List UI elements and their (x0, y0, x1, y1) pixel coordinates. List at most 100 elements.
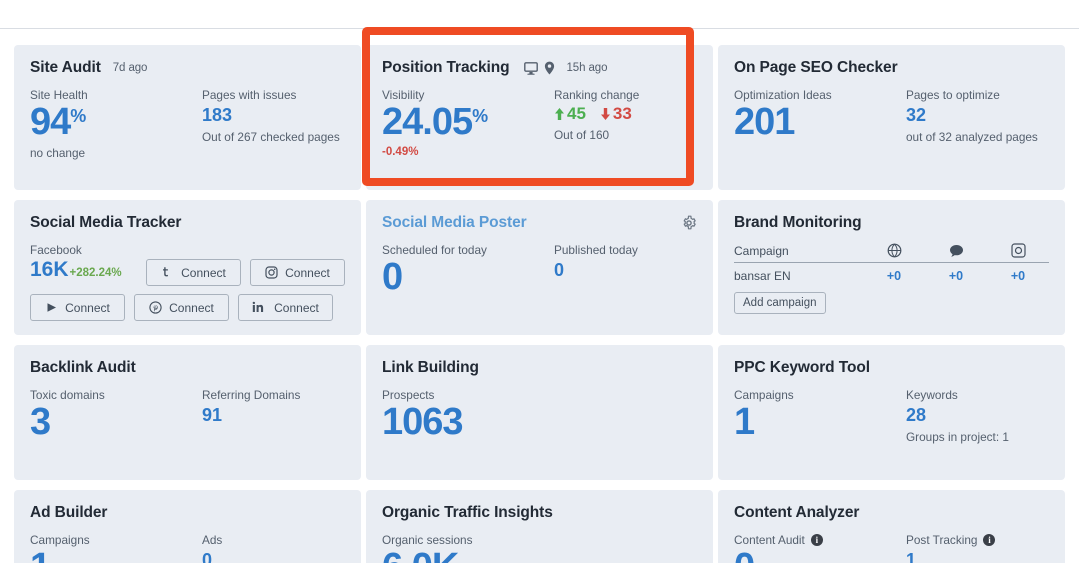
button-label: Connect (274, 300, 319, 315)
card-title-text[interactable]: Social Media Tracker (30, 214, 181, 232)
metric-label: Facebook (30, 243, 82, 257)
metric-label: Toxic domains (30, 388, 105, 402)
table-header: Campaign (734, 243, 1049, 263)
metric-label: Keywords (906, 388, 958, 402)
campaign-table: Campaign bansar EN +0 +0 +0 (734, 243, 1049, 283)
metric-label: Published today (554, 243, 638, 257)
connect-pinterest-button[interactable]: Connect (134, 294, 229, 321)
card-title-text[interactable]: On Page SEO Checker (734, 59, 898, 77)
card-brand-monitoring[interactable]: Brand Monitoring Campaign bansar EN +0 +… (718, 200, 1065, 335)
info-icon[interactable]: i (810, 534, 823, 546)
card-title: Link Building (382, 359, 697, 377)
card-on-page-seo-checker[interactable]: On Page SEO Checker Optimization Ideas 2… (718, 45, 1065, 190)
metric-label: Campaigns (30, 533, 90, 547)
card-organic-traffic-insights[interactable]: Organic Traffic Insights Organic session… (366, 490, 713, 563)
pinterest-icon (149, 301, 162, 314)
card-position-tracking[interactable]: Position Tracking 15h ago Visibility 24.… (366, 45, 713, 190)
pages-analyzed-sub: out of 32 analyzed pages (906, 130, 1038, 145)
card-social-media-tracker[interactable]: Social Media Tracker Facebook 16K +282.2… (14, 200, 361, 335)
connect-instagram-button[interactable]: Connect (250, 259, 345, 286)
campaign-name: bansar EN (734, 269, 791, 283)
card-timestamp: 15h ago (566, 62, 608, 74)
value-unit: % (70, 106, 86, 126)
groups-in-project-sub: Groups in project: 1 (906, 430, 1009, 445)
card-title: Brand Monitoring (734, 214, 1049, 232)
youtube-icon (45, 301, 58, 314)
visibility-value: 24.05% (382, 101, 554, 143)
add-campaign-button[interactable]: Add campaign (734, 292, 826, 314)
connect-buttons-row-2: Connect Connect Connect (30, 294, 345, 321)
value-number: 0 (734, 547, 755, 563)
card-site-audit[interactable]: Site Audit 7d ago Site Health 94% no cha… (14, 45, 361, 190)
followers-value: 16K (30, 258, 69, 281)
column-header-campaign: Campaign (734, 243, 789, 258)
instagram-icon (987, 243, 1049, 258)
card-title-text[interactable]: Content Analyzer (734, 504, 859, 522)
connect-twitter-button[interactable]: Connect (146, 259, 241, 286)
visibility-change: -0.49% (382, 145, 419, 158)
card-backlink-audit[interactable]: Backlink Audit Toxic domains 3 Referring… (14, 345, 361, 480)
campaign-instagram-mentions: +0 (1010, 269, 1026, 283)
connect-linkedin-button[interactable]: Connect (238, 294, 333, 321)
metric-label-text: Post Tracking (906, 533, 978, 547)
button-label: Connect (181, 265, 226, 280)
metric-label: Scheduled for today (382, 243, 487, 257)
card-ppc-keyword-tool[interactable]: PPC Keyword Tool Campaigns 1 Keywords 28… (718, 345, 1065, 480)
metric-label: Site Health (30, 88, 88, 102)
metric-label: Ranking change (554, 88, 640, 102)
card-title-text[interactable]: Link Building (382, 359, 479, 377)
value-unit: % (472, 106, 488, 126)
organic-sessions-value: 6.0K (382, 547, 554, 563)
referring-domains-value: 91 (202, 405, 223, 425)
connect-youtube-button[interactable]: Connect (30, 294, 125, 321)
card-title: PPC Keyword Tool (734, 359, 1049, 377)
toxic-domains-value: 3 (30, 402, 202, 443)
metric-label: Campaigns (734, 388, 794, 402)
header-divider (0, 28, 1079, 29)
card-title-text[interactable]: Social Media Poster (382, 214, 527, 232)
globe-icon (863, 243, 925, 258)
table-row[interactable]: bansar EN +0 +0 +0 (734, 263, 1049, 283)
metric-label: Optimization Ideas (734, 88, 832, 102)
metric-label: Content Audit i (734, 533, 906, 547)
card-title-text[interactable]: Ad Builder (30, 504, 107, 522)
pages-checked-sub: Out of 267 checked pages (202, 130, 340, 145)
card-title: Content Analyzer (734, 504, 1049, 522)
value-number: 1063 (382, 401, 464, 443)
card-title-text[interactable]: Site Audit (30, 59, 101, 77)
value-number: 24.05 (382, 101, 473, 143)
published-today-value: 0 (554, 260, 565, 280)
gear-icon[interactable] (681, 215, 697, 231)
ranking-change-row: 45 33 (554, 103, 697, 125)
card-title-text[interactable]: PPC Keyword Tool (734, 359, 870, 377)
button-label: Connect (285, 265, 330, 280)
card-title-text[interactable]: Brand Monitoring (734, 214, 862, 232)
campaign-twitter-mentions: +0 (948, 269, 964, 283)
card-social-media-poster[interactable]: Social Media Poster Scheduled for today … (366, 200, 713, 335)
card-title: Site Audit 7d ago (30, 59, 345, 77)
card-title-text[interactable]: Organic Traffic Insights (382, 504, 553, 522)
rank-down-value: 33 (612, 104, 632, 123)
card-title-text[interactable]: Backlink Audit (30, 359, 136, 377)
optimization-ideas-value: 201 (734, 102, 906, 143)
instagram-icon (265, 266, 278, 279)
metric-label: Pages with issues (202, 88, 297, 102)
site-health-value: 94% (30, 102, 202, 143)
info-icon[interactable]: i (983, 534, 996, 546)
metric-label: Referring Domains (202, 388, 301, 402)
post-tracking-value: 1 (906, 550, 917, 563)
metric-label: Prospects (382, 388, 435, 402)
metric-label: Pages to optimize (906, 88, 1000, 102)
campaign-web-mentions: +0 (886, 269, 902, 283)
content-audit-value: 0 (734, 547, 906, 563)
comment-icon (925, 244, 987, 258)
value-number: 0 (382, 256, 403, 298)
card-title-text[interactable]: Position Tracking (382, 59, 510, 77)
button-label: Connect (65, 300, 110, 315)
card-content-analyzer[interactable]: Content Analyzer Content Audit i 0 Post … (718, 490, 1065, 563)
card-ad-builder[interactable]: Ad Builder Campaigns 1 Ads 0 (14, 490, 361, 563)
metric-label: Post Tracking i (906, 533, 1049, 547)
value-number: 1 (734, 401, 755, 443)
card-link-building[interactable]: Link Building Prospects 1063 (366, 345, 713, 480)
metric-label: Visibility (382, 88, 425, 102)
